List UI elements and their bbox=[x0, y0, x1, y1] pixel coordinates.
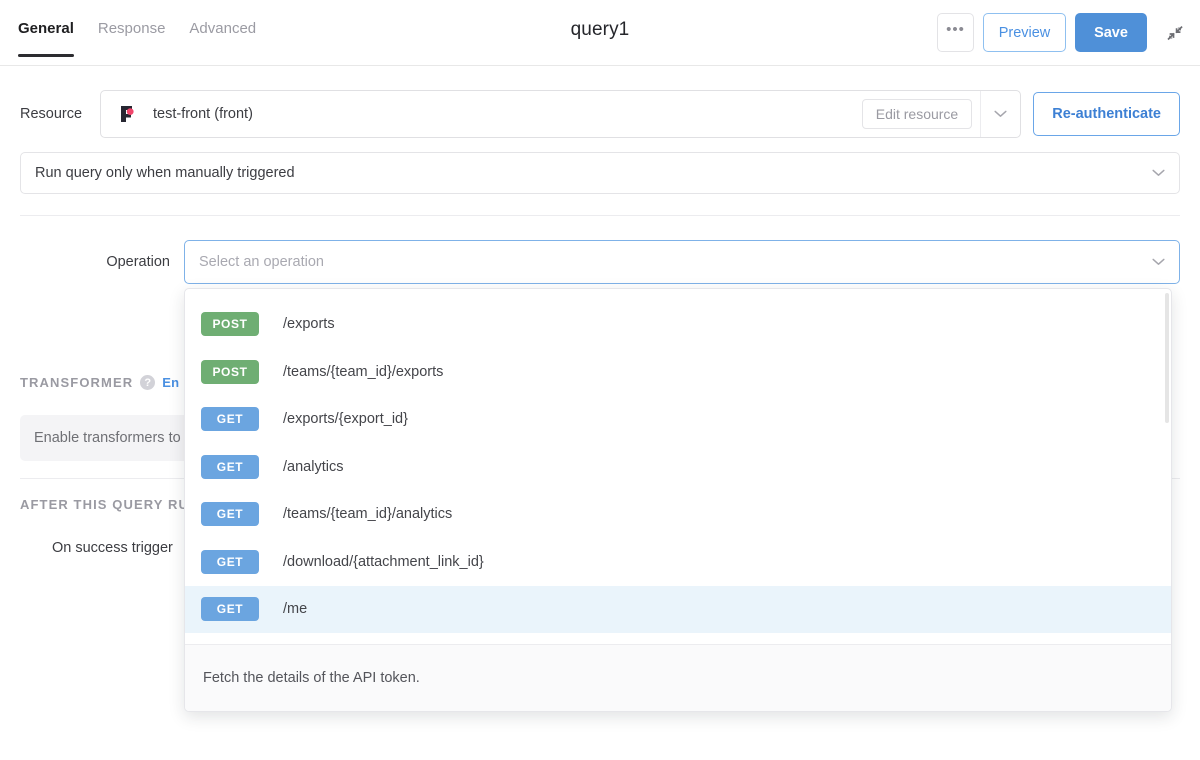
re-authenticate-button[interactable]: Re-authenticate bbox=[1033, 92, 1180, 136]
operation-options-list[interactable]: GETPOST/exportsPOST/teams/{team_id}/expo… bbox=[185, 289, 1171, 644]
operation-option[interactable]: GET/download/{attachment_link_id} bbox=[185, 538, 1171, 586]
preview-button-label: Preview bbox=[998, 24, 1051, 41]
operation-dropdown-panel: GETPOST/exportsPOST/teams/{team_id}/expo… bbox=[184, 288, 1172, 712]
operation-option-path: /exports/{export_id} bbox=[283, 411, 408, 428]
query-editor-panel: General Response Advanced query1 ••• Pre… bbox=[0, 0, 1200, 760]
operation-option[interactable]: POST/teams/{team_id}/exports bbox=[185, 348, 1171, 396]
method-badge: GET bbox=[201, 549, 259, 574]
operation-option[interactable]: GET/analytics bbox=[185, 443, 1171, 491]
operation-option-path: /analytics bbox=[283, 458, 344, 475]
resource-actions: Edit resource bbox=[861, 91, 1020, 137]
edit-resource-label: Edit resource bbox=[875, 106, 959, 122]
resource-chevron-down-icon[interactable] bbox=[980, 91, 1020, 137]
operation-chevron-down-icon bbox=[1152, 258, 1165, 266]
ellipsis-icon: ••• bbox=[946, 21, 965, 38]
enable-transformer-link[interactable]: En bbox=[162, 375, 179, 390]
after-query-section-heading: AFTER THIS QUERY RU bbox=[20, 497, 189, 512]
operation-option-path: /exports bbox=[283, 316, 335, 333]
after-query-heading-label: AFTER THIS QUERY RU bbox=[20, 497, 189, 512]
method-badge: GET bbox=[201, 597, 259, 622]
method-badge: POST bbox=[201, 359, 259, 384]
edit-resource-button[interactable]: Edit resource bbox=[861, 99, 973, 129]
resource-select[interactable]: test-front (front) Edit resource bbox=[100, 90, 1022, 138]
method-badge: GET bbox=[201, 454, 259, 479]
operation-option[interactable]: GET/exports/{export_id} bbox=[185, 396, 1171, 444]
transformer-section-heading: TRANSFORMER ? En bbox=[20, 375, 179, 390]
operation-option[interactable]: POST/exports bbox=[185, 301, 1171, 349]
on-success-trigger-label: On success trigger bbox=[52, 540, 173, 556]
operation-row: Operation Select an operation bbox=[20, 240, 1180, 284]
transformer-disabled-message: Enable transformers to bbox=[34, 430, 181, 446]
operation-placeholder: Select an operation bbox=[199, 254, 324, 270]
dropdown-scrollbar[interactable] bbox=[1165, 293, 1169, 423]
resource-value: test-front (front) bbox=[153, 106, 253, 122]
re-authenticate-label: Re-authenticate bbox=[1052, 106, 1161, 122]
run-trigger-select[interactable]: Run query only when manually triggered bbox=[20, 152, 1180, 194]
header-actions: ••• Preview Save bbox=[937, 13, 1186, 52]
operation-option[interactable]: GET bbox=[185, 289, 1171, 301]
operation-description: Fetch the details of the API token. bbox=[203, 670, 420, 686]
divider-top bbox=[20, 215, 1180, 216]
method-badge: GET bbox=[201, 502, 259, 527]
operation-option[interactable]: GET/teams/{team_id}/analytics bbox=[185, 491, 1171, 539]
operation-description-footer: Fetch the details of the API token. bbox=[185, 644, 1171, 711]
question-circle-icon[interactable]: ? bbox=[140, 375, 156, 390]
method-badge: POST bbox=[201, 312, 259, 337]
method-badge: GET bbox=[201, 407, 259, 432]
run-trigger-value: Run query only when manually triggered bbox=[35, 165, 295, 181]
operation-option-path: /teams/{team_id}/analytics bbox=[283, 506, 453, 523]
operation-option-path: /teams/{team_id}/exports bbox=[283, 363, 444, 380]
operation-label: Operation bbox=[106, 254, 170, 270]
resource-row: Resource test-front (front) Edit resourc… bbox=[20, 90, 1180, 138]
front-logo-icon bbox=[117, 104, 137, 124]
run-trigger-chevron-down-icon bbox=[1152, 169, 1165, 177]
transformer-heading-label: TRANSFORMER bbox=[20, 375, 134, 390]
save-button[interactable]: Save bbox=[1075, 13, 1147, 52]
operation-option[interactable]: GET/me bbox=[185, 585, 1171, 633]
operation-option-path: /download/{attachment_link_id} bbox=[283, 553, 484, 570]
resource-label: Resource bbox=[20, 106, 83, 122]
operation-select[interactable]: Select an operation bbox=[184, 240, 1180, 284]
operation-option-path: /me bbox=[283, 601, 308, 618]
collapse-diagonal-icon[interactable] bbox=[1164, 22, 1186, 44]
save-button-label: Save bbox=[1094, 24, 1128, 41]
more-options-button[interactable]: ••• bbox=[937, 13, 974, 52]
query-header: General Response Advanced query1 ••• Pre… bbox=[0, 0, 1200, 66]
preview-button[interactable]: Preview bbox=[983, 13, 1066, 52]
